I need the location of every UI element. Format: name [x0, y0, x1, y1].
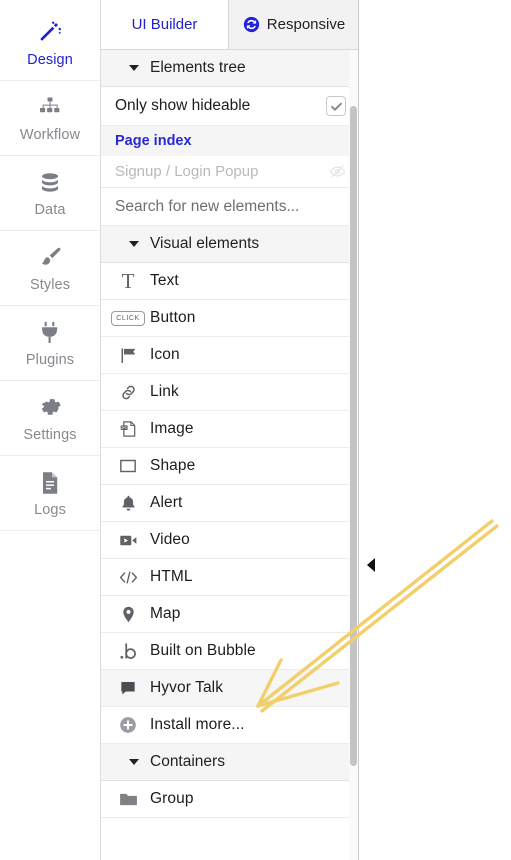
rail-label-settings: Settings: [23, 426, 77, 443]
element-item-hyvor-talk[interactable]: Hyvor Talk: [101, 670, 358, 707]
tree-item-signup-login-popup-label: Signup / Login Popup: [115, 163, 259, 180]
only-show-hideable-label: Only show hideable: [115, 97, 251, 114]
element-item-group-label: Group: [150, 790, 194, 807]
element-item-link[interactable]: Link: [101, 374, 358, 411]
element-item-video-label: Video: [150, 531, 190, 548]
element-item-image[interactable]: JPG Image: [101, 411, 358, 448]
rail-item-workflow[interactable]: Workflow: [0, 81, 100, 156]
rail-label-plugins: Plugins: [25, 351, 75, 368]
folder-icon: [113, 789, 143, 810]
flag-icon: [113, 346, 143, 365]
database-icon: [38, 169, 62, 197]
rail-label-logs: Logs: [34, 501, 66, 518]
bubble-b-icon: [113, 641, 143, 662]
plug-icon: [39, 319, 61, 347]
section-header-elements-tree-label: Elements tree: [150, 59, 246, 76]
section-header-elements-tree[interactable]: Elements tree: [101, 50, 358, 87]
eye-off-icon[interactable]: [329, 163, 346, 180]
panel-scrollbar-track[interactable]: [349, 50, 358, 860]
search-new-elements-placeholder: Search for new elements...: [115, 197, 300, 215]
element-item-icon-label: Icon: [150, 346, 180, 363]
tab-responsive-label: Responsive: [266, 16, 346, 33]
left-nav-rail: Design Workflow Data Styles Plugins Sett…: [0, 0, 101, 860]
element-item-group[interactable]: Group: [101, 781, 358, 818]
element-item-image-label: Image: [150, 420, 194, 437]
section-header-containers[interactable]: Containers: [101, 744, 358, 781]
rail-item-design[interactable]: Design: [0, 6, 100, 81]
section-header-visual-elements-label: Visual elements: [150, 235, 260, 252]
element-item-alert-label: Alert: [150, 494, 183, 511]
chain-link-icon: [113, 383, 143, 402]
rail-item-styles[interactable]: Styles: [0, 231, 100, 306]
element-item-icon[interactable]: Icon: [101, 337, 358, 374]
section-header-visual-elements[interactable]: Visual elements: [101, 226, 358, 263]
only-show-hideable-checkbox[interactable]: [326, 96, 346, 116]
code-brackets-icon: [113, 568, 143, 587]
canvas-area: [359, 0, 511, 860]
plus-circle-icon: [113, 715, 143, 735]
element-item-install-more-label: Install more...: [150, 716, 245, 733]
sync-circle-icon: [243, 16, 260, 33]
svg-text:JPG: JPG: [121, 426, 128, 430]
bell-icon: [113, 494, 143, 513]
element-item-shape-label: Shape: [150, 457, 196, 474]
document-icon: [39, 469, 61, 497]
chevron-down-icon: [129, 759, 139, 765]
tab-ui-builder[interactable]: UI Builder: [101, 0, 229, 49]
tree-item-signup-login-popup[interactable]: Signup / Login Popup: [101, 156, 358, 188]
element-item-text-label: Text: [150, 272, 179, 289]
element-item-video[interactable]: Video: [101, 522, 358, 559]
element-item-html-label: HTML: [150, 568, 193, 585]
panel-scrollbar-thumb[interactable]: [350, 106, 357, 766]
element-item-map[interactable]: Map: [101, 596, 358, 633]
panel-tabbar: UI Builder Responsive: [101, 0, 358, 50]
element-item-html[interactable]: HTML: [101, 559, 358, 596]
rail-item-data[interactable]: Data: [0, 156, 100, 231]
element-item-link-label: Link: [150, 383, 179, 400]
collapse-left-arrow-icon[interactable]: [367, 558, 375, 572]
element-item-built-on-bubble[interactable]: Built on Bubble: [101, 633, 358, 670]
chevron-down-icon: [129, 241, 139, 247]
rail-label-workflow: Workflow: [19, 126, 81, 143]
rail-item-logs[interactable]: Logs: [0, 456, 100, 531]
video-camera-icon: [113, 530, 143, 551]
element-item-built-on-bubble-label: Built on Bubble: [150, 642, 256, 659]
section-header-containers-label: Containers: [150, 753, 225, 770]
tab-ui-builder-label: UI Builder: [131, 16, 198, 33]
image-jpg-icon: JPG: [113, 419, 143, 439]
map-pin-icon: [113, 605, 143, 624]
element-item-hyvor-talk-label: Hyvor Talk: [150, 679, 224, 696]
click-button-icon: CLICK: [111, 310, 145, 326]
serif-t-icon: T: [121, 268, 135, 293]
speech-bubble-icon: [113, 678, 143, 698]
rail-label-design: Design: [27, 51, 73, 68]
element-item-button[interactable]: CLICK Button: [101, 300, 358, 337]
rail-item-settings[interactable]: Settings: [0, 381, 100, 456]
tab-responsive[interactable]: Responsive: [229, 0, 358, 49]
rail-item-plugins[interactable]: Plugins: [0, 306, 100, 381]
bubble-editor-window: Design Workflow Data Styles Plugins Sett…: [0, 0, 511, 860]
magic-wand-icon: [37, 19, 63, 47]
gear-icon: [38, 394, 63, 422]
rail-label-data: Data: [34, 201, 66, 218]
search-new-elements-row[interactable]: Search for new elements...: [101, 188, 358, 226]
element-item-install-more[interactable]: Install more...: [101, 707, 358, 744]
paintbrush-icon: [38, 244, 63, 272]
element-item-button-label: Button: [150, 309, 196, 326]
sitemap-icon: [38, 94, 62, 122]
rail-label-styles: Styles: [29, 276, 71, 293]
elements-panel: UI Builder Responsive Elements tree Only…: [101, 0, 359, 860]
element-item-shape[interactable]: Shape: [101, 448, 358, 485]
only-show-hideable-row[interactable]: Only show hideable: [101, 87, 358, 126]
element-item-alert[interactable]: Alert: [101, 485, 358, 522]
tree-item-page-index-label: Page index: [115, 133, 192, 149]
chevron-down-icon: [129, 65, 139, 71]
element-item-map-label: Map: [150, 605, 181, 622]
square-outline-icon: [113, 456, 143, 476]
element-item-text[interactable]: T Text: [101, 263, 358, 300]
tree-item-page-index[interactable]: Page index: [101, 126, 358, 156]
